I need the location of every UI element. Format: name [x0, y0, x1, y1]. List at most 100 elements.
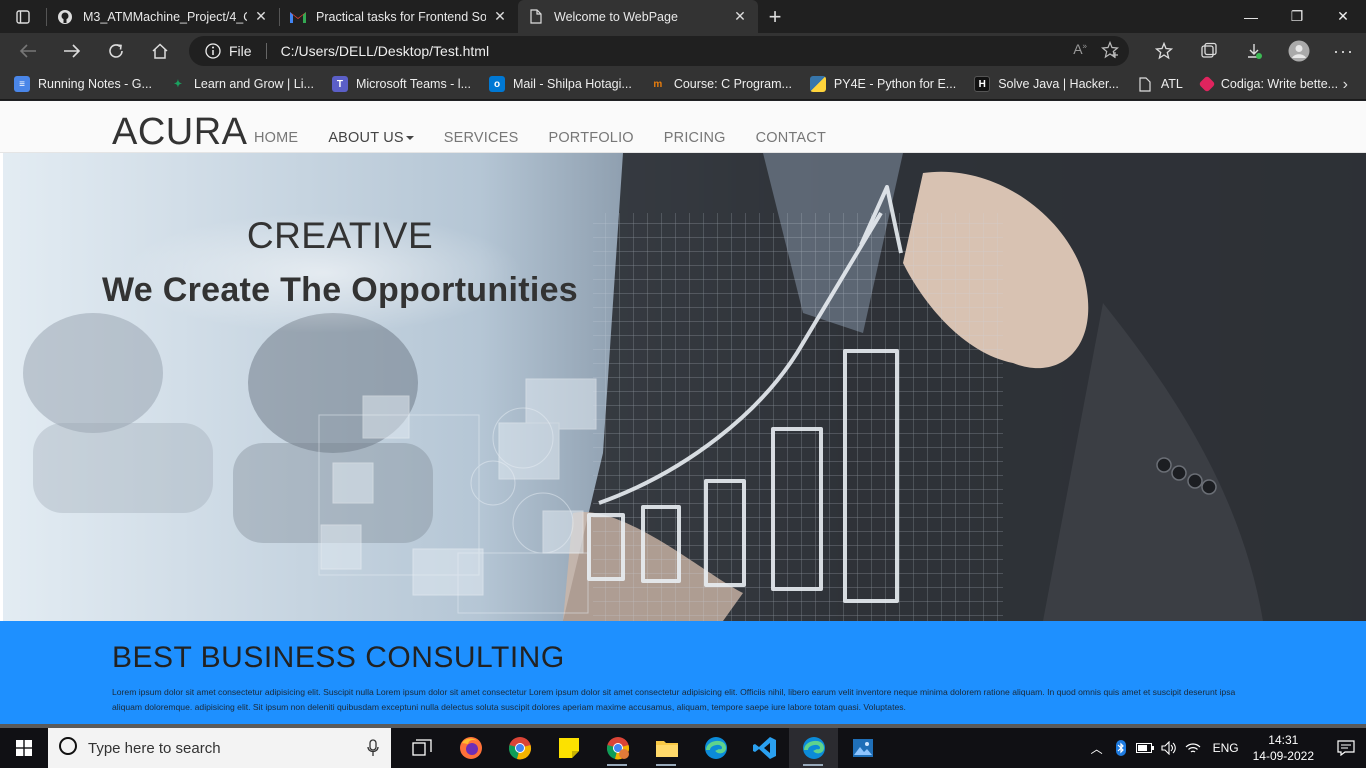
browser-tab-active[interactable]: Welcome to WebPage ✕	[518, 0, 758, 33]
tab-title: Welcome to WebPage	[554, 9, 678, 24]
hackerrank-icon: H	[974, 76, 991, 92]
microphone-icon[interactable]	[367, 739, 379, 762]
course-icon: m	[653, 78, 663, 90]
task-view-icon	[411, 739, 432, 756]
codiga-icon	[1198, 75, 1216, 93]
bookmark-item[interactable]: ATL	[1137, 76, 1183, 92]
docs-icon: ≡	[14, 76, 30, 92]
close-window-button[interactable]: ✕	[1320, 0, 1366, 33]
tab-title: M3_ATMMachine_Project/4_Outp	[83, 9, 247, 24]
edge-active-app[interactable]	[789, 728, 838, 768]
vscode-app[interactable]	[740, 728, 789, 768]
clock-time: 14:31	[1268, 733, 1299, 747]
bookmark-item[interactable]: ✦ Learn and Grow | Li...	[170, 76, 314, 92]
nav-pricing[interactable]: PRICING	[664, 130, 726, 146]
bookmark-item[interactable]: ≡ Running Notes - G...	[14, 76, 152, 92]
profile-button[interactable]	[1276, 33, 1321, 69]
volume-icon[interactable]	[1157, 741, 1181, 755]
nav-portfolio[interactable]: PORTFOLIO	[548, 130, 633, 146]
site-navbar: ACURA HOME ABOUT US SERVICES PORTFOLIO P…	[0, 101, 1366, 153]
battery-icon[interactable]	[1133, 743, 1157, 753]
hero-subtitle: We Create The Opportunities	[102, 271, 578, 309]
nav-contact[interactable]: CONTACT	[756, 130, 826, 146]
learn-icon: ✦	[173, 78, 183, 90]
add-favorite-icon[interactable]	[1101, 40, 1119, 62]
new-tab-button[interactable]: +	[758, 0, 792, 33]
bluetooth-icon[interactable]	[1109, 740, 1133, 756]
windows-taskbar: Type here to search ︿ ENG 14:31 14-09-20…	[0, 728, 1366, 768]
photos-app[interactable]	[838, 728, 887, 768]
consulting-section: BEST BUSINESS CONSULTING Lorem ipsum dol…	[0, 621, 1366, 724]
close-icon[interactable]: ✕	[732, 8, 748, 25]
language-indicator[interactable]: ENG	[1213, 741, 1239, 755]
download-icon	[1247, 44, 1262, 59]
outlook-icon: o	[489, 76, 506, 92]
notifications-icon[interactable]	[1326, 740, 1366, 756]
favorites-button[interactable]	[1141, 33, 1186, 69]
windows-logo-icon	[16, 740, 32, 756]
home-button[interactable]	[138, 33, 182, 69]
wifi-icon[interactable]	[1181, 741, 1205, 755]
clock[interactable]: 14:31 14-09-2022	[1253, 732, 1314, 764]
url-text[interactable]: C:/Users/DELL/Desktop/Test.html	[281, 43, 490, 59]
settings-menu-button[interactable]: ···	[1321, 33, 1366, 69]
taskbar-search[interactable]: Type here to search	[48, 728, 391, 768]
file-explorer-app[interactable]	[642, 728, 691, 768]
edge-icon	[704, 737, 727, 759]
firefox-icon	[459, 737, 482, 759]
site-brand[interactable]: ACURA	[112, 111, 248, 154]
restore-button[interactable]: ❐	[1274, 0, 1320, 33]
chevron-up-icon[interactable]: ︿	[1085, 740, 1109, 757]
browser-tab[interactable]: M3_ATMMachine_Project/4_Outp ✕	[47, 0, 279, 33]
bookmark-item[interactable]: T Microsoft Teams - l...	[331, 76, 471, 92]
system-tray: ︿ ENG 14:31 14-09-2022	[1085, 728, 1366, 768]
close-icon[interactable]: ✕	[253, 8, 269, 25]
hero-banner: CREATIVE We Create The Opportunities	[3, 153, 1366, 621]
tab-actions-icon	[16, 9, 30, 24]
gmail-icon	[290, 9, 306, 25]
python-icon	[809, 76, 826, 92]
downloads-button[interactable]	[1231, 33, 1276, 69]
nav-services[interactable]: SERVICES	[444, 130, 519, 146]
nav-about-us[interactable]: ABOUT US	[328, 130, 414, 146]
close-icon[interactable]: ✕	[492, 8, 508, 25]
collections-icon	[1200, 42, 1217, 58]
browser-tab[interactable]: Practical tasks for Frontend Softw ✕	[280, 0, 518, 33]
collections-button[interactable]	[1186, 33, 1231, 69]
minimize-button[interactable]: —	[1228, 0, 1274, 33]
forward-button[interactable]	[50, 33, 94, 69]
start-button[interactable]	[0, 728, 48, 768]
home-icon	[152, 43, 168, 59]
page-icon	[1137, 76, 1153, 92]
tab-title: Practical tasks for Frontend Softw	[316, 9, 486, 24]
back-button[interactable]	[6, 33, 50, 69]
page-icon	[528, 9, 544, 25]
bookmark-item[interactable]: H Solve Java | Hacker...	[974, 76, 1119, 92]
nav-home[interactable]: HOME	[254, 130, 298, 146]
address-bar[interactable]: File C:/Users/DELL/Desktop/Test.html A»	[189, 36, 1129, 66]
caret-down-icon	[405, 136, 414, 141]
edge-app[interactable]	[691, 728, 740, 768]
task-view-button[interactable]	[397, 728, 446, 768]
avatar-icon	[1288, 40, 1309, 62]
chrome-app[interactable]	[495, 728, 544, 768]
scheme-label: File	[229, 43, 252, 59]
tab-actions-button[interactable]	[0, 0, 46, 33]
bookmark-item[interactable]: o Mail - Shilpa Hotagi...	[489, 76, 632, 92]
reload-button[interactable]	[94, 33, 138, 69]
bookmark-item[interactable]: Codiga: Write bette...	[1198, 75, 1338, 93]
bookmark-item[interactable]: m Course: C Program...	[650, 76, 792, 92]
read-aloud-icon[interactable]: A»	[1073, 41, 1087, 62]
teams-icon: T	[331, 76, 348, 92]
chrome-profile-app[interactable]	[593, 728, 642, 768]
firefox-app[interactable]	[446, 728, 495, 768]
edge-icon	[802, 737, 825, 759]
info-icon[interactable]	[205, 43, 221, 59]
forward-arrow-icon	[64, 44, 81, 58]
chevron-right-icon[interactable]: ›	[1343, 76, 1348, 94]
section-heading: BEST BUSINESS CONSULTING	[112, 641, 565, 674]
bookmark-item[interactable]: PY4E - Python for E...	[809, 76, 956, 92]
refresh-icon	[109, 44, 123, 58]
sticky-notes-app[interactable]	[544, 728, 593, 768]
section-paragraph: Lorem ipsum dolor sit amet consectetur a…	[112, 687, 1236, 712]
